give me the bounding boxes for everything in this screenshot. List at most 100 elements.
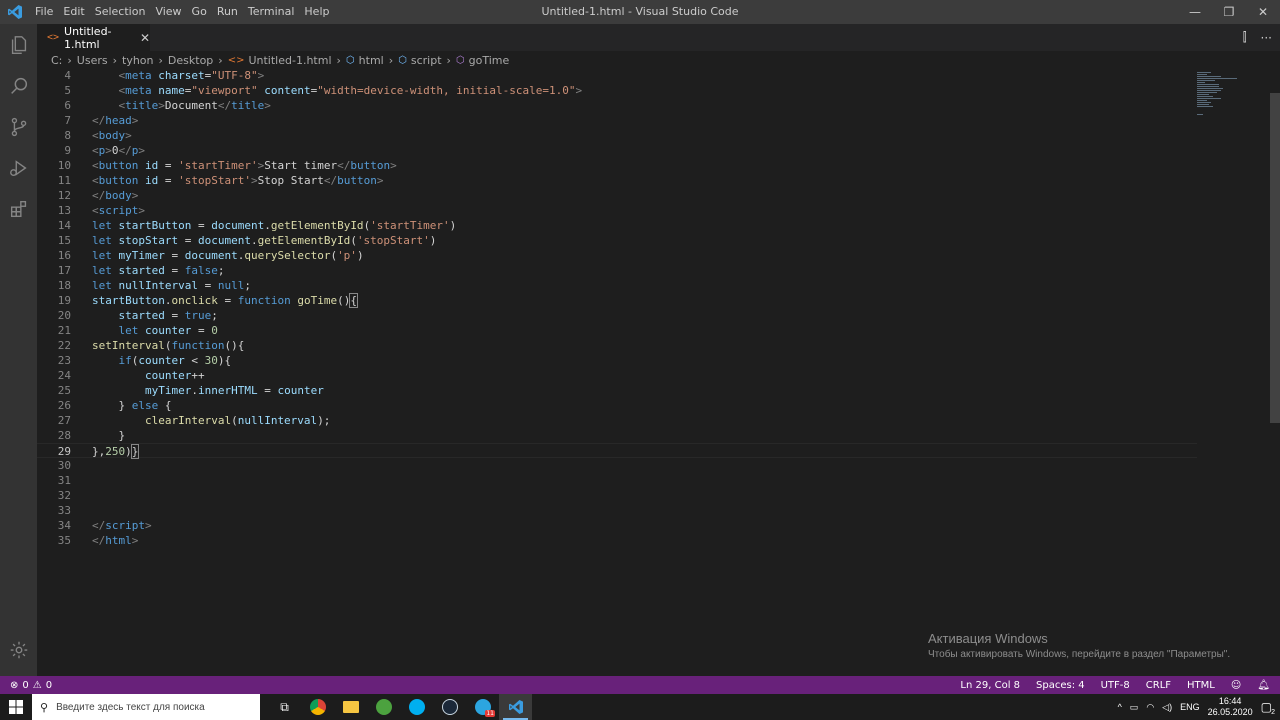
menu-view[interactable]: View [150,0,186,24]
chevron-right-icon: › [67,54,72,67]
restore-button[interactable]: ❐ [1212,0,1246,24]
html-file-icon: <> [47,32,60,43]
menu-terminal[interactable]: Terminal [243,0,300,24]
minimap[interactable] [1195,70,1265,120]
breadcrumb-item-script[interactable]: script [411,54,442,67]
menu-edit[interactable]: Edit [58,0,89,24]
minimize-button[interactable]: — [1178,0,1212,24]
chrome-icon[interactable] [301,694,334,720]
chevron-right-icon: › [336,54,341,67]
status-bar: ⊗ 0 ⚠ 0 Ln 29, Col 8 Spaces: 4 UTF-8 CRL… [0,676,1280,694]
window-controls: — ❐ ✕ [1178,0,1280,24]
task-view-icon[interactable]: ⧉ [268,694,301,720]
code-line: 22 setInterval(function(){ [57,339,245,352]
code-line: 19 startButton.onclick = function goTime(… [57,293,358,308]
chevron-right-icon: › [446,54,451,67]
more-actions-icon[interactable]: ··· [1261,31,1272,45]
code-line: 13 <script> [57,204,145,217]
tab-untitled-1[interactable]: <> Untitled-1.html ✕ [37,24,150,51]
code-line: 24 counter++ [57,369,205,382]
code-line: 33 [57,504,71,517]
chevron-right-icon: › [388,54,394,67]
windows-activation-watermark: Активация Windows Чтобы активировать Win… [928,631,1230,660]
activity-bar [0,24,37,676]
clock-date: 26.05.2020 [1207,707,1253,717]
notification-center-icon[interactable]: ▢ 2 [1261,700,1275,716]
code-line: 11 <button id = 'stopStart'>Stop Start</b… [57,174,384,187]
breadcrumb-item-users[interactable]: Users [77,54,108,67]
source-control-icon[interactable] [0,106,37,147]
vscode-icon[interactable] [499,694,532,720]
code-line: 23 if(counter < 30){ [57,354,232,367]
close-tab-icon[interactable]: ✕ [140,31,150,45]
element-icon: ⬡ [398,55,407,66]
breadcrumb-item-gotime[interactable]: goTime [469,54,510,67]
split-editor-icon[interactable]: ⫿ [1243,30,1247,45]
language-mode[interactable]: HTML [1187,680,1215,691]
watermark-subtitle: Чтобы активировать Windows, перейдите в … [928,649,1231,660]
code-line: 34 </script> [57,519,152,532]
close-window-button[interactable]: ✕ [1246,0,1280,24]
encoding[interactable]: UTF-8 [1101,680,1130,691]
menu-help[interactable]: Help [299,0,334,24]
vertical-scrollbar[interactable] [1270,93,1280,423]
breadcrumb-item-desktop[interactable]: Desktop [168,54,213,67]
menu-file[interactable]: File [30,0,58,24]
cursor-position[interactable]: Ln 29, Col 8 [960,680,1020,691]
search-icon[interactable] [0,65,37,106]
windows-taskbar: ⚲ Введите здесь текст для поиска ⧉ 11 ^ … [0,694,1280,720]
code-line: 35 </html> [57,534,139,547]
clock[interactable]: 16:44 26.05.2020 [1208,696,1253,718]
warning-icon: ⚠ [32,679,42,691]
breadcrumb: C: › Users › tyhon › Desktop › <> Untitl… [37,51,1280,70]
menu-go[interactable]: Go [187,0,212,24]
code-line: 7 </head> [64,114,139,127]
taskbar-apps: ⧉ 11 [268,694,532,720]
windows-start-icon[interactable] [0,694,32,720]
code-line: 26 } else { [57,399,172,412]
vscode-logo-icon [0,0,30,24]
code-line: 27 clearInterval(nullInterval); [57,414,331,427]
file-explorer-icon[interactable] [334,694,367,720]
skype-icon[interactable] [400,694,433,720]
chevron-up-icon[interactable]: ^ [1118,702,1122,712]
menu-selection[interactable]: Selection [90,0,151,24]
files-icon[interactable] [0,24,37,65]
chevron-right-icon: › [112,54,118,67]
problems-indicator[interactable]: ⊗ 0 ⚠ 0 [0,680,52,691]
breadcrumb-item-tyhon[interactable]: tyhon [122,54,154,67]
wifi-icon[interactable]: ◠ [1146,702,1154,713]
code-line: 5 <meta name="viewport" content="width=d… [64,84,583,97]
breadcrumb-item-html[interactable]: html [359,54,384,67]
volume-icon[interactable]: ◁) [1162,702,1172,713]
code-line: 16 let myTimer = document.querySelector('… [57,249,364,262]
code-line: 21 let counter = 0 [57,324,218,337]
input-language[interactable]: ENG [1180,702,1200,712]
extensions-icon[interactable] [0,188,37,229]
breadcrumb-item-file[interactable]: Untitled-1.html [248,54,331,67]
taskbar-search-input[interactable]: ⚲ Введите здесь текст для поиска [32,694,260,720]
menu-run[interactable]: Run [212,0,243,24]
tab-label: Untitled-1.html [64,24,112,51]
run-debug-icon[interactable] [0,147,37,188]
end-of-line[interactable]: CRLF [1146,680,1171,691]
clock-time: 16:44 [1218,696,1242,706]
code-line: 9 <p>0</p> [64,144,145,157]
steam-icon[interactable] [433,694,466,720]
code-editor[interactable]: 4 <meta charset="UTF-8"> 5 <meta name="v… [37,70,1270,676]
code-line: 20 started = true; [57,309,218,322]
code-line: 15 let stopStart = document.getElementByI… [57,234,437,247]
chevron-right-icon: › [218,54,223,67]
breadcrumb-item-c[interactable]: C: [51,54,62,67]
utorrent-icon[interactable] [367,694,400,720]
network-icon[interactable]: ▭ [1130,702,1139,713]
telegram-icon[interactable]: 11 [466,694,499,720]
indentation[interactable]: Spaces: 4 [1036,680,1085,691]
gear-icon[interactable] [0,629,37,670]
code-line: 31 [57,474,71,487]
chevron-right-icon: › [158,54,163,67]
html-file-icon: <> [227,55,245,66]
feedback-icon[interactable]: ☺ [1231,680,1241,691]
tab-bar: <> Untitled-1.html ✕ ⫿ ··· [37,24,1280,51]
bell-icon[interactable]: 🔔︎ [1257,680,1270,691]
